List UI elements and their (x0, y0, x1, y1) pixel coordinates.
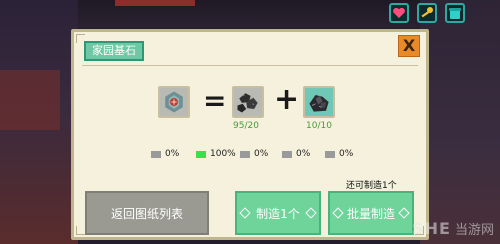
scene-background-right (420, 0, 500, 244)
make-one-button[interactable]: 制造1个 (235, 191, 321, 235)
back-to-blueprints-button[interactable]: 返回图纸列表 (85, 191, 209, 235)
batch-make-label: 批量制造 (346, 206, 395, 221)
coal-ore-icon (234, 88, 262, 116)
ingredient-count-coal: 95/20 (233, 121, 259, 131)
batch-make-button[interactable]: 批量制造 (328, 191, 414, 235)
output-item-slot[interactable] (158, 86, 190, 118)
chance-item: 100% (196, 149, 236, 159)
ingredient-slot-dark-crystal[interactable] (303, 86, 335, 118)
chance-swatch-active (196, 150, 206, 158)
make-one-label: 制造1个 (256, 206, 300, 221)
diamond-ornament-icon (398, 207, 410, 219)
bag-icon (449, 8, 461, 19)
chance-item: 0% (282, 149, 310, 159)
chance-swatch (240, 150, 250, 158)
dialog-title: 家园基石 (84, 41, 144, 61)
dark-crystal-ore-icon (305, 88, 333, 116)
watermark-text: 当游网 (454, 223, 494, 238)
diamond-ornament-icon (305, 207, 317, 219)
chance-swatch (151, 150, 161, 158)
heart-button[interactable] (389, 3, 409, 23)
panel-corner-decoration (76, 226, 85, 235)
chance-item: 0% (240, 149, 268, 159)
scene-red-ledge (115, 0, 195, 6)
bag-button[interactable] (445, 3, 465, 23)
key-button[interactable] (417, 3, 437, 23)
ingredient-slot-coal[interactable] (232, 86, 264, 118)
chance-label: 0% (296, 149, 311, 159)
chance-label: 0% (165, 149, 180, 159)
crafting-dialog: 家园基石 X = 95/20 + 10/10 0% 100% 0% 0% 0% … (71, 29, 429, 240)
chance-label: 0% (339, 149, 354, 159)
diamond-ornament-icon (332, 207, 344, 219)
back-button-label: 返回图纸列表 (110, 206, 183, 221)
diamond-ornament-icon (239, 207, 251, 219)
watermark-logo: SHE (412, 219, 451, 238)
chance-label: 0% (254, 149, 269, 159)
remaining-count-text: 还可制造1个 (346, 181, 397, 191)
heart-icon (393, 7, 405, 18)
site-watermark: SHE 当游网 (412, 219, 494, 238)
home-cornerstone-icon (160, 88, 188, 116)
chance-swatch (282, 150, 292, 158)
equals-sign: = (203, 84, 227, 117)
title-divider (82, 65, 418, 66)
plus-sign: + (274, 82, 300, 117)
chance-item: 0% (325, 149, 353, 159)
ingredient-count-dark-crystal: 10/10 (306, 121, 332, 131)
chance-label: 100% (210, 149, 236, 159)
chance-swatch (325, 150, 335, 158)
chance-item: 0% (151, 149, 179, 159)
scene-red-block (0, 70, 60, 130)
close-button[interactable]: X (398, 35, 420, 57)
key-icon (421, 7, 433, 18)
